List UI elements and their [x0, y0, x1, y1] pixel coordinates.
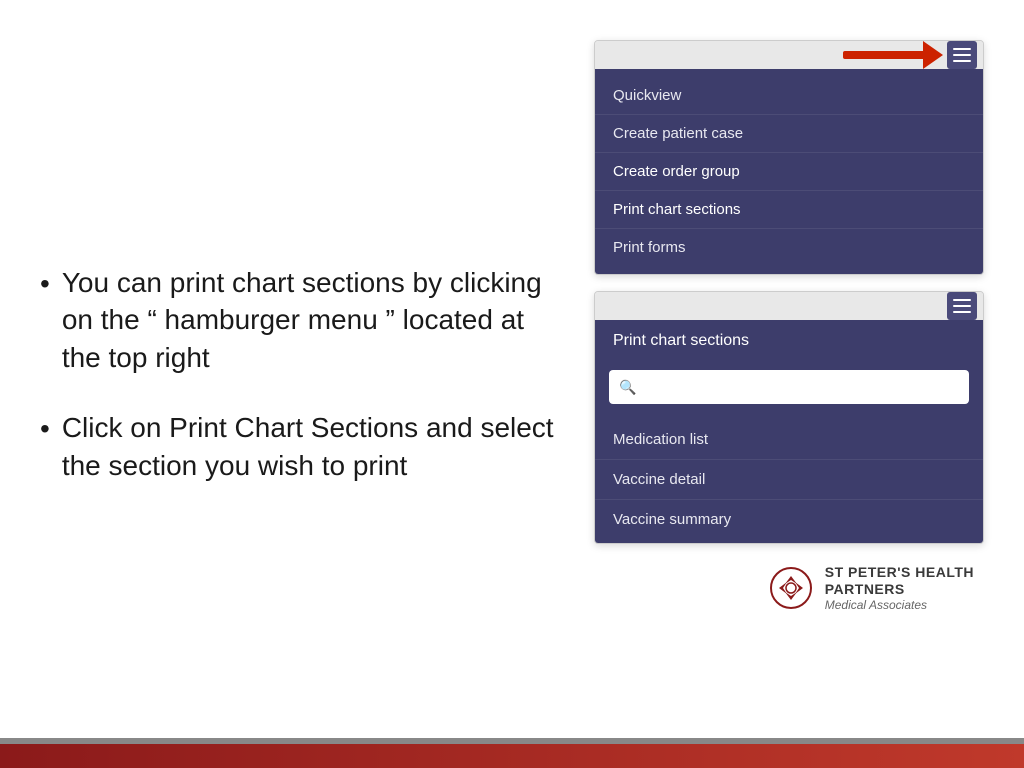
menu-item-print-chart[interactable]: Print chart sections: [595, 191, 983, 229]
search-bar-container: 🔍: [595, 362, 983, 416]
red-arrow: [843, 41, 943, 69]
footer-bar: [0, 744, 1024, 768]
screenshot-bottom: Print chart sections 🔍 Medication list V…: [594, 291, 984, 544]
menu-item-create-order[interactable]: Create order group: [595, 153, 983, 191]
search-bar[interactable]: 🔍: [609, 370, 969, 404]
section-item-vaccine-detail[interactable]: Vaccine detail: [595, 460, 983, 500]
bullet-text-2: Click on Print Chart Sections and select…: [62, 409, 554, 485]
hamburger-line-6: [953, 311, 971, 313]
logo-name-line2: Partners: [825, 581, 974, 598]
section-list: Medication list Vaccine detail Vaccine s…: [595, 416, 983, 543]
search-icon: 🔍: [619, 379, 636, 396]
section-item-vaccine-summary[interactable]: Vaccine summary: [595, 500, 983, 539]
bullet-item-2: • Click on Print Chart Sections and sele…: [40, 409, 554, 485]
section-header: Print chart sections: [595, 320, 983, 362]
arrow-head: [923, 41, 943, 69]
screenshot-top-header: [595, 41, 983, 69]
hamburger-button-2[interactable]: [947, 292, 977, 320]
menu-list: Quickview Create patient case Create ord…: [595, 69, 983, 274]
arrow-body: [843, 51, 923, 59]
bullet-dot-2: •: [40, 411, 50, 447]
screenshot-top: Quickview Create patient case Create ord…: [594, 40, 984, 275]
hamburger-line-3: [953, 60, 971, 62]
screenshot-bottom-header: [595, 292, 983, 320]
main-content: • You can print chart sections by clicki…: [0, 0, 1024, 738]
bullet-item-1: • You can print chart sections by clicki…: [40, 264, 554, 377]
logo-text: St Peter's Health Partners Medical Assoc…: [825, 564, 974, 612]
menu-item-quickview[interactable]: Quickview: [595, 77, 983, 115]
logo-subtitle: Medical Associates: [825, 598, 974, 612]
logo-area: St Peter's Health Partners Medical Assoc…: [594, 564, 984, 612]
hamburger-line-4: [953, 299, 971, 301]
menu-item-create-patient[interactable]: Create patient case: [595, 115, 983, 153]
right-panel: Quickview Create patient case Create ord…: [594, 30, 984, 718]
section-item-medication[interactable]: Medication list: [595, 420, 983, 460]
logo-name-line1: St Peter's Health: [825, 564, 974, 581]
hamburger-line-2: [953, 54, 971, 56]
logo-icon: [769, 566, 813, 610]
hamburger-line-1: [953, 48, 971, 50]
menu-item-print-forms[interactable]: Print forms: [595, 229, 983, 266]
left-panel: • You can print chart sections by clicki…: [40, 30, 564, 718]
hamburger-button[interactable]: [947, 41, 977, 69]
hamburger-line-5: [953, 305, 971, 307]
bullet-text-1: You can print chart sections by clicking…: [62, 264, 554, 377]
bullet-dot-1: •: [40, 266, 50, 302]
